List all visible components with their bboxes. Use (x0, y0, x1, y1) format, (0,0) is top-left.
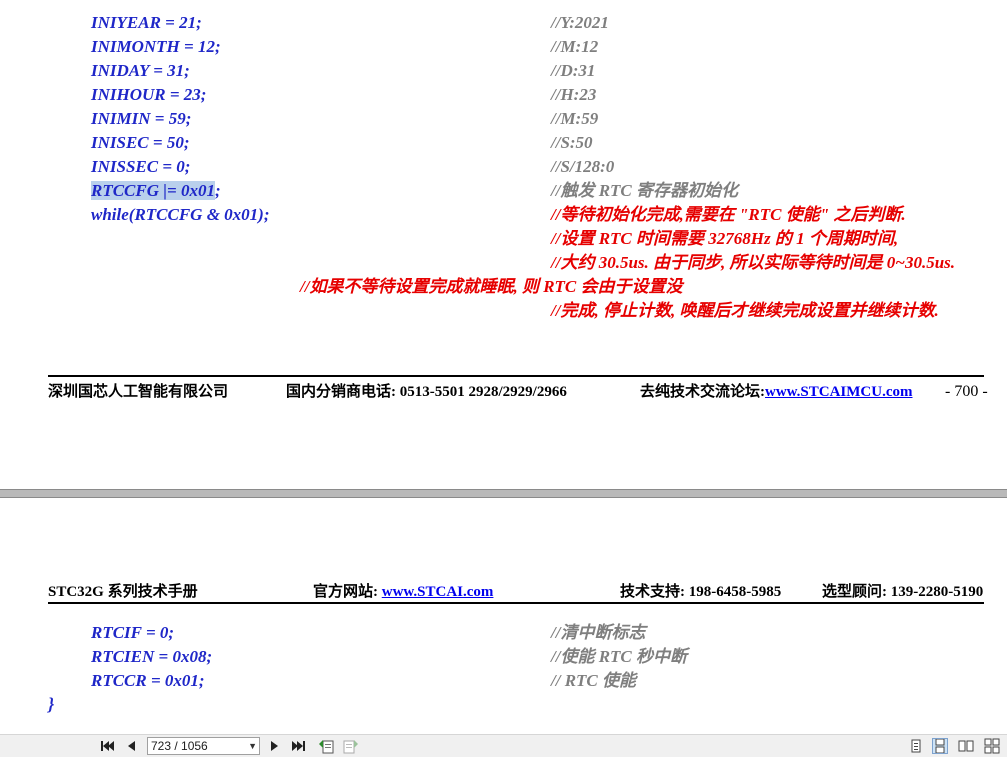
header-rule (48, 602, 984, 604)
footer-distributor: 国内分销商电话: 0513-5501 2928/2929/2966 (286, 384, 567, 400)
header-consultant: 选型顾问: 139-2280-5190 (822, 584, 984, 600)
footer-company: 深圳国芯人工智能有限公司 (48, 384, 229, 400)
website-link[interactable]: www.STCAI.com (382, 584, 494, 600)
chevron-down-icon[interactable]: ▼ (248, 738, 257, 754)
go-back-icon[interactable] (318, 738, 334, 754)
code-line: INIMIN = 59; (91, 109, 192, 128)
code-comment: //D:31 (551, 61, 596, 80)
code-line: INIMONTH = 12; (91, 37, 221, 56)
code-comment: //S/128:0 (551, 157, 615, 176)
code-comment: //M:59 (551, 109, 599, 128)
selected-text[interactable]: RTCCFG |= 0x01 (91, 181, 215, 200)
rtccfg-code: RTCCFG |= 0x01; (91, 181, 221, 200)
document-page-700: INIYEAR = 21; //Y:2021 INIMONTH = 12; //M:1… (0, 0, 1007, 489)
while-comment: //等待初始化完成,需要在 "RTC 使能" 之后判断. (551, 205, 906, 224)
single-page-view-icon[interactable] (908, 738, 924, 754)
footer-rule (48, 375, 984, 377)
page-number: - 700 - (945, 383, 988, 400)
code-line: RTCIEN = 0x08; (91, 647, 213, 666)
prev-page-icon[interactable] (123, 738, 139, 754)
code-comment: //S:50 (551, 133, 593, 152)
while-code: while(RTCCFG & 0x01); (91, 205, 270, 224)
forum-link[interactable]: www.STCAIMCU.com (765, 384, 913, 400)
code-comment: //Y:2021 (551, 13, 609, 32)
code-line: INIHOUR = 23; (91, 85, 207, 104)
page-separator (0, 489, 1007, 498)
code-line: RTCIF = 0; (91, 623, 175, 642)
code-line: INISSEC = 0; (91, 157, 191, 176)
code-comment: //清中断标志 (551, 623, 646, 642)
red-comment-4: //完成, 停止计数, 唤醒后才继续完成设置并继续计数. (551, 301, 939, 320)
rtccfg-comment: //触发 RTC 寄存器初始化 (551, 181, 739, 200)
closing-brace: } (48, 694, 55, 714)
page-number-input[interactable]: 723 / 1056 ▼ (147, 737, 260, 755)
header-manual-title: STC32G 系列技术手册 (48, 584, 198, 600)
code-line: INIYEAR = 21; (91, 13, 202, 32)
facing-continuous-view-icon[interactable] (984, 738, 1000, 754)
document-page-701: STC32G 系列技术手册 官方网站: www.STCAI.com 技术支持: … (0, 498, 1007, 734)
last-page-icon[interactable] (291, 738, 307, 754)
header-website: 官方网站: www.STCAI.com (313, 584, 494, 600)
code-line: INISEC = 50; (91, 133, 190, 152)
code-comment: //使能 RTC 秒中断 (551, 647, 688, 666)
code-comment: //H:23 (551, 85, 597, 104)
first-page-icon[interactable] (99, 738, 115, 754)
code-comment: //M:12 (551, 37, 599, 56)
pdf-toolbar: 723 / 1056 ▼ (0, 734, 1007, 757)
continuous-view-icon[interactable] (932, 738, 948, 754)
header-support: 技术支持: 198-6458-5985 (620, 584, 782, 600)
red-comment-2: //大约 30.5us. 由于同步, 所以实际等待时间是 0~30.5us. (551, 253, 956, 272)
code-comment: // RTC 使能 (551, 671, 637, 690)
code-line: RTCCR = 0x01; (91, 671, 205, 690)
go-forward-icon[interactable] (343, 738, 359, 754)
red-comment-1: //设置 RTC 时间需要 32768Hz 的 1 个周期时间, (551, 229, 899, 248)
footer-forum: 去纯技术交流论坛:www.STCAIMCU.com (640, 384, 913, 400)
facing-view-icon[interactable] (958, 738, 974, 754)
code-line: INIDAY = 31; (91, 61, 190, 80)
red-comment-3: //如果不等待设置完成就睡眠, 则 RTC 会由于设置没 (300, 277, 683, 296)
next-page-icon[interactable] (267, 738, 283, 754)
